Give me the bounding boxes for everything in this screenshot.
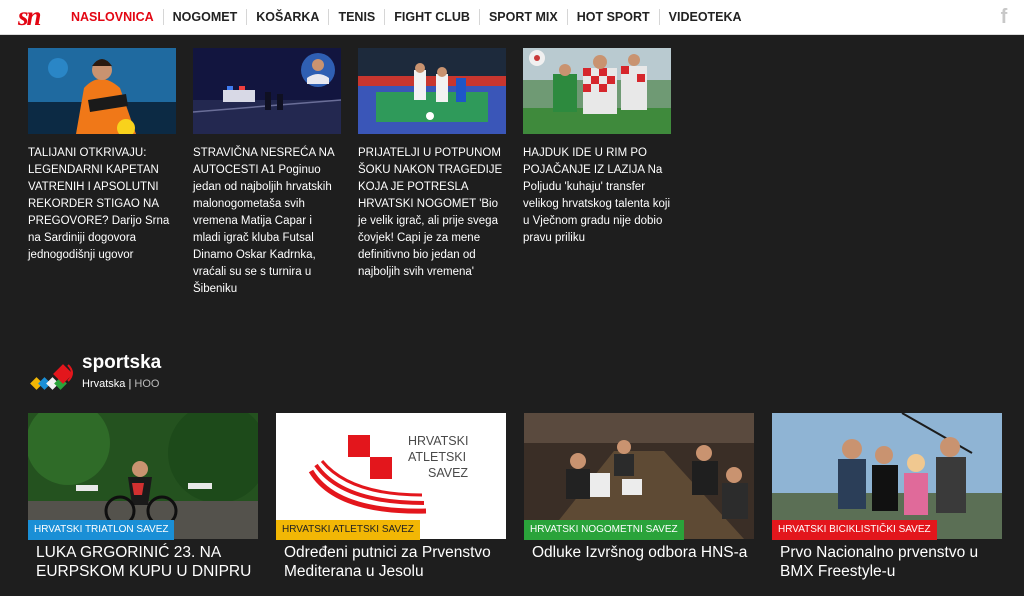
- facebook-icon[interactable]: f: [996, 6, 1012, 28]
- federation-card[interactable]: HRVATSKI ATLETSKI SAVEZ HRVATSKI ATLETSK…: [276, 413, 506, 581]
- news-image[interactable]: [193, 48, 341, 134]
- news-card[interactable]: HAJDUK IDE U RIM PO POJAČANJE IZ LAZIJA …: [523, 48, 671, 247]
- main-nav: NASLOVNICA NOGOMET KOŠARKA TENIS FIGHT C…: [62, 0, 751, 34]
- nav-item-videoteka[interactable]: VIDEOTEKA: [658, 9, 751, 25]
- federation-card-title[interactable]: Odluke Izvršnog odbora HNS-a: [524, 543, 754, 562]
- news-card[interactable]: STRAVIČNA NESREĆA NA AUTOCESTI A1 Poginu…: [193, 48, 341, 298]
- nav-item-sport-mix[interactable]: SPORT MIX: [478, 9, 567, 25]
- news-card[interactable]: TALIJANI OTKRIVAJU: LEGENDARNI KAPETAN V…: [28, 48, 176, 264]
- site-logo[interactable]: sn: [18, 3, 41, 30]
- federation-card-title[interactable]: Prvo Nacionalno prvenstvo u BMX Freestyl…: [772, 543, 1002, 581]
- news-card-text[interactable]: PRIJATELJI U POTPUNOM ŠOKU NAKON TRAGEDI…: [358, 145, 506, 281]
- logo-text-line: HRVATSKI: [408, 434, 468, 448]
- nav-item-kosarka[interactable]: KOŠARKA: [246, 9, 328, 25]
- federation-card[interactable]: HRVATSKI NOGOMETNI SAVEZ Odluke Izvršnog…: [524, 413, 754, 562]
- category-badge[interactable]: HRVATSKI ATLETSKI SAVEZ: [276, 520, 420, 540]
- news-card[interactable]: PRIJATELJI U POTPUNOM ŠOKU NAKON TRAGEDI…: [358, 48, 506, 281]
- section-name: sportska: [82, 352, 162, 373]
- news-image[interactable]: [28, 48, 176, 134]
- logo-text-line: ATLETSKI: [408, 450, 466, 464]
- news-image[interactable]: [358, 48, 506, 134]
- section-sub: Hrvatska | HOO: [82, 378, 160, 390]
- federation-card-title[interactable]: Određeni putnici za Prvenstvo Mediterana…: [276, 543, 506, 581]
- nav-item-hot-sport[interactable]: HOT SPORT: [566, 9, 659, 25]
- news-card-text[interactable]: HAJDUK IDE U RIM PO POJAČANJE IZ LAZIJA …: [523, 145, 671, 247]
- news-card-text[interactable]: TALIJANI OTKRIVAJU: LEGENDARNI KAPETAN V…: [28, 145, 176, 264]
- federation-card-title[interactable]: LUKA GRGORINIĆ 23. NA EURPSKOM KUPU U DN…: [28, 543, 258, 581]
- nav-item-nogomet[interactable]: NOGOMET: [162, 9, 247, 25]
- nav-item-fight-club[interactable]: FIGHT CLUB: [384, 9, 479, 25]
- logo-text-line: SAVEZ: [428, 466, 468, 480]
- top-navigation-bar: sn NASLOVNICA NOGOMET KOŠARKA TENIS FIGH…: [0, 0, 1024, 35]
- category-badge[interactable]: HRVATSKI TRIATLON SAVEZ: [28, 520, 175, 540]
- category-badge[interactable]: HRVATSKI NOGOMETNI SAVEZ: [524, 520, 684, 540]
- category-badge[interactable]: HRVATSKI BICIKLISTIČKI SAVEZ: [772, 520, 937, 540]
- federation-card[interactable]: HRVATSKI TRIATLON SAVEZ LUKA GRGORINIĆ 2…: [28, 413, 258, 581]
- nav-item-tenis[interactable]: TENIS: [328, 9, 384, 25]
- nav-item-naslovnica[interactable]: NASLOVNICA: [62, 9, 163, 25]
- federation-card[interactable]: HRVATSKI BICIKLISTIČKI SAVEZ Prvo Nacion…: [772, 413, 1002, 581]
- news-image[interactable]: [523, 48, 671, 134]
- news-card-text[interactable]: STRAVIČNA NESREĆA NA AUTOCESTI A1 Poginu…: [193, 145, 341, 298]
